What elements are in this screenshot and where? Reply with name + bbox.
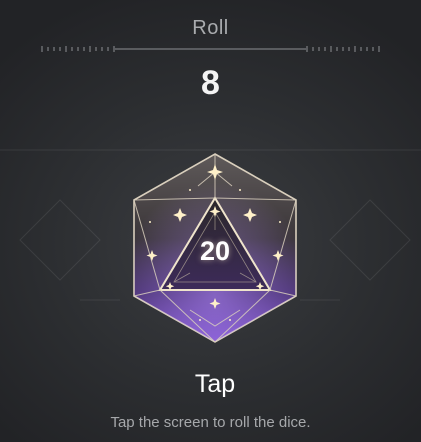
dice-face-value: 20 (199, 236, 231, 266)
roll-result: 8 (201, 64, 220, 102)
title-divider (41, 46, 380, 52)
tap-button[interactable]: Tap (170, 364, 260, 404)
roll-hint-text: Tap the screen to roll the dice. (110, 414, 311, 431)
roll-title: Roll (192, 17, 229, 39)
